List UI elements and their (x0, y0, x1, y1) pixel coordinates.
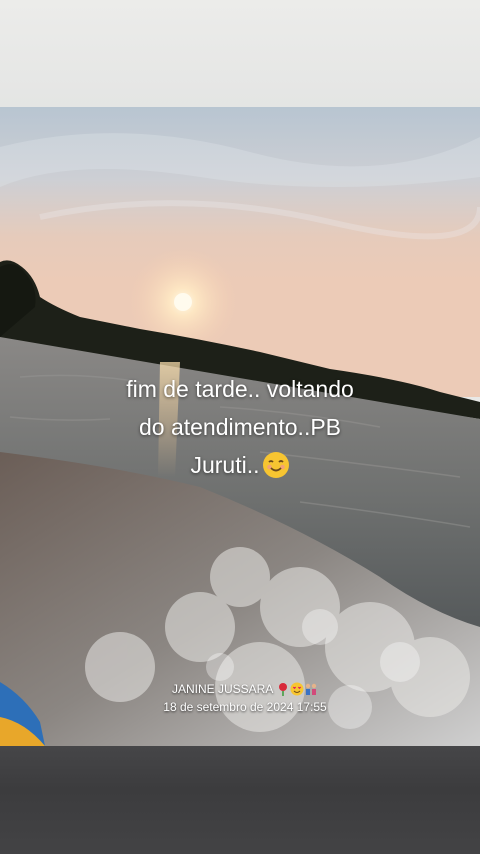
family-emoji-icon (305, 683, 317, 695)
signature-name-row: JANINE JUSSARA (130, 680, 360, 698)
smiling-face-emoji-icon (262, 452, 289, 478)
heart-eyes-face-emoji-icon (290, 682, 304, 696)
caption-line-3: Juruti.. (60, 446, 420, 484)
top-blank-band (0, 0, 480, 107)
rose-emoji-icon (279, 683, 288, 696)
bottom-dark-band (0, 746, 480, 854)
caption-line-1: fim de tarde.. voltando (126, 376, 354, 402)
photo-caption: fim de tarde.. voltando do atendimento..… (60, 370, 420, 484)
caption-line-3-text: Juruti.. (190, 452, 260, 478)
caption-line-2: do atendimento..PB (138, 414, 342, 440)
signature-date: 18 de setembro de 2024 17:55 (163, 700, 327, 714)
signature-overlay: JANINE JUSSARA 18 de setembro de 2024 17… (130, 680, 360, 716)
signature-name: JANINE JUSSARA (171, 682, 273, 696)
